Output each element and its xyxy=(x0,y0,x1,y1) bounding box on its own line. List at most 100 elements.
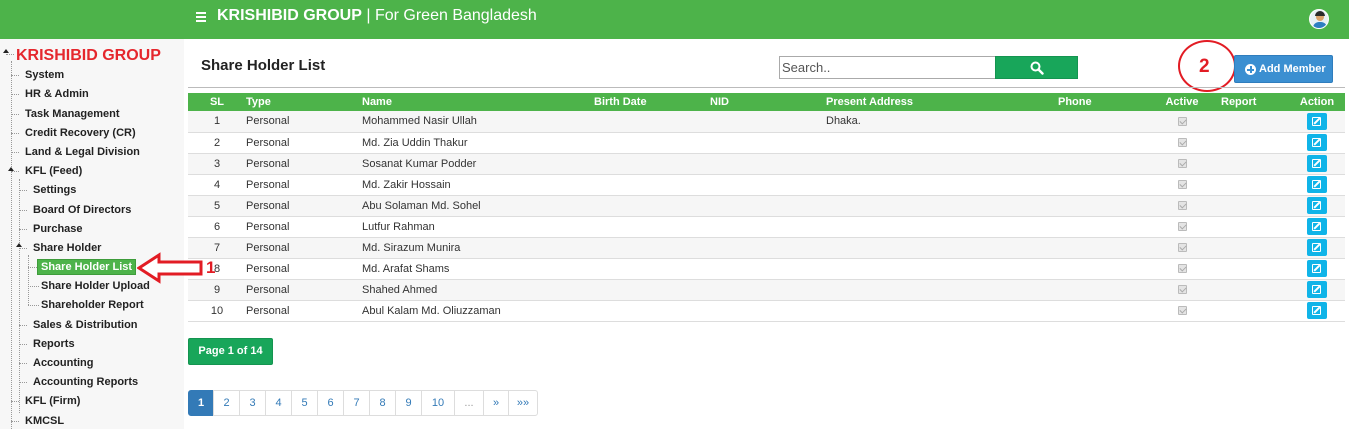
cell-sl: 9 xyxy=(188,279,246,301)
pager-last[interactable]: »» xyxy=(508,390,538,416)
sidebar-item-share-holder-list[interactable]: Share Holder List xyxy=(37,259,137,275)
pager-page-4[interactable]: 4 xyxy=(265,390,292,416)
active-checkbox[interactable] xyxy=(1177,306,1187,316)
pager-page-10[interactable]: 10 xyxy=(421,390,455,416)
cell-phone xyxy=(1058,153,1143,175)
active-checkbox[interactable] xyxy=(1177,116,1187,126)
column-header-sl[interactable]: SL xyxy=(188,93,246,111)
tree-expand-icon[interactable] xyxy=(3,49,9,53)
sidebar-item-reports[interactable]: Reports xyxy=(33,337,75,351)
active-checkbox[interactable] xyxy=(1177,159,1187,169)
hamburger-menu-icon[interactable] xyxy=(196,12,206,22)
sidebar-item-task-management[interactable]: Task Management xyxy=(25,107,120,121)
cell-address xyxy=(826,132,1058,154)
edit-icon xyxy=(1312,201,1321,210)
cell-birth xyxy=(594,111,710,133)
cell-address xyxy=(826,174,1058,196)
sidebar-item-system[interactable]: System xyxy=(25,68,64,82)
cell-phone xyxy=(1058,132,1143,154)
cell-sl: 5 xyxy=(188,195,246,217)
cell-sl: 6 xyxy=(188,216,246,238)
search-input[interactable] xyxy=(779,56,995,79)
column-header-action[interactable]: Action xyxy=(1289,93,1345,111)
edit-button[interactable] xyxy=(1307,302,1327,319)
cell-address xyxy=(826,279,1058,301)
cell-report xyxy=(1221,111,1289,133)
edit-button[interactable] xyxy=(1307,239,1327,256)
search-button[interactable] xyxy=(995,56,1078,79)
pager-page-3[interactable]: 3 xyxy=(239,390,266,416)
cell-sl: 3 xyxy=(188,153,246,175)
active-checkbox[interactable] xyxy=(1177,222,1187,232)
cell-active xyxy=(1143,279,1221,301)
cell-birth xyxy=(594,279,710,301)
top-bar: KRISHIBID GROUP | For Green Bangladesh xyxy=(0,0,1349,39)
sidebar-title: KRISHIBID GROUP xyxy=(16,47,161,64)
edit-button[interactable] xyxy=(1307,134,1327,151)
sidebar-item-land-legal[interactable]: Land & Legal Division xyxy=(25,145,140,159)
cell-action xyxy=(1289,258,1345,280)
cell-nid xyxy=(710,216,826,238)
active-checkbox[interactable] xyxy=(1177,180,1187,190)
cell-birth xyxy=(594,237,710,259)
column-header-phone[interactable]: Phone xyxy=(1058,93,1143,111)
column-header-type[interactable]: Type xyxy=(246,93,362,111)
pager-page-1[interactable]: 1 xyxy=(188,390,214,416)
cell-type: Personal xyxy=(246,195,362,217)
cell-birth xyxy=(594,300,710,322)
column-header-report[interactable]: Report xyxy=(1221,93,1289,111)
pager-page-6[interactable]: 6 xyxy=(317,390,344,416)
pager-page-2[interactable]: 2 xyxy=(213,390,240,416)
cell-name: Shahed Ahmed xyxy=(362,279,594,301)
sidebar-item-kmcsl[interactable]: KMCSL xyxy=(25,414,64,428)
sidebar-item-share-holder[interactable]: Share Holder xyxy=(33,241,101,255)
pager-page-8[interactable]: 8 xyxy=(369,390,396,416)
sidebar-item-sales-distribution[interactable]: Sales & Distribution xyxy=(33,318,138,332)
edit-button[interactable] xyxy=(1307,218,1327,235)
app-title: KRISHIBID GROUP | For Green Bangladesh xyxy=(217,7,537,25)
sidebar-item-kfl-feed[interactable]: KFL (Feed) xyxy=(25,164,82,178)
active-checkbox[interactable] xyxy=(1177,201,1187,211)
edit-button[interactable] xyxy=(1307,197,1327,214)
sidebar-item-accounting-reports[interactable]: Accounting Reports xyxy=(33,375,138,389)
pager-page-7[interactable]: 7 xyxy=(343,390,370,416)
active-checkbox[interactable] xyxy=(1177,264,1187,274)
edit-button[interactable] xyxy=(1307,112,1327,130)
sidebar-item-settings[interactable]: Settings xyxy=(33,183,76,197)
cell-type: Personal xyxy=(246,111,362,133)
cell-action xyxy=(1289,153,1345,175)
add-member-button[interactable]: Add Member xyxy=(1234,55,1333,83)
sidebar-item-hr-admin[interactable]: HR & Admin xyxy=(25,87,89,101)
sidebar-item-board-of-directors[interactable]: Board Of Directors xyxy=(33,203,131,217)
active-checkbox[interactable] xyxy=(1177,285,1187,295)
edit-button[interactable] xyxy=(1307,176,1327,193)
table-row: 9 Personal Shahed Ahmed xyxy=(188,279,1345,301)
cell-name: Md. Sirazum Munira xyxy=(362,237,594,259)
edit-button[interactable] xyxy=(1307,155,1327,172)
column-header-birth-date[interactable]: Birth Date xyxy=(594,93,710,111)
pager-page-9[interactable]: 9 xyxy=(395,390,422,416)
sidebar-item-accounting[interactable]: Accounting xyxy=(33,356,94,370)
sidebar-item-purchase[interactable]: Purchase xyxy=(33,222,83,236)
cell-phone xyxy=(1058,216,1143,238)
user-avatar[interactable] xyxy=(1309,9,1329,29)
sidebar-item-credit-recovery[interactable]: Credit Recovery (CR) xyxy=(25,126,136,140)
add-member-label: Add Member xyxy=(1259,63,1326,75)
cell-birth xyxy=(594,216,710,238)
column-header-active[interactable]: Active xyxy=(1143,93,1221,111)
edit-button[interactable] xyxy=(1307,281,1327,298)
cell-type: Personal xyxy=(246,258,362,280)
edit-button[interactable] xyxy=(1307,260,1327,277)
pager-next[interactable]: » xyxy=(483,390,509,416)
column-header-present-address[interactable]: Present Address xyxy=(826,93,1058,111)
tree-expand-icon[interactable] xyxy=(16,243,22,247)
column-header-nid[interactable]: NID xyxy=(710,93,826,111)
sidebar-item-kfl-firm[interactable]: KFL (Firm) xyxy=(25,394,80,408)
sidebar-item-share-holder-upload[interactable]: Share Holder Upload xyxy=(41,279,150,293)
active-checkbox[interactable] xyxy=(1177,243,1187,253)
pager-page-5[interactable]: 5 xyxy=(291,390,318,416)
active-checkbox[interactable] xyxy=(1177,138,1187,148)
sidebar-item-shareholder-report[interactable]: Shareholder Report xyxy=(41,298,144,312)
column-header-name[interactable]: Name xyxy=(362,93,594,111)
cell-birth xyxy=(594,153,710,175)
